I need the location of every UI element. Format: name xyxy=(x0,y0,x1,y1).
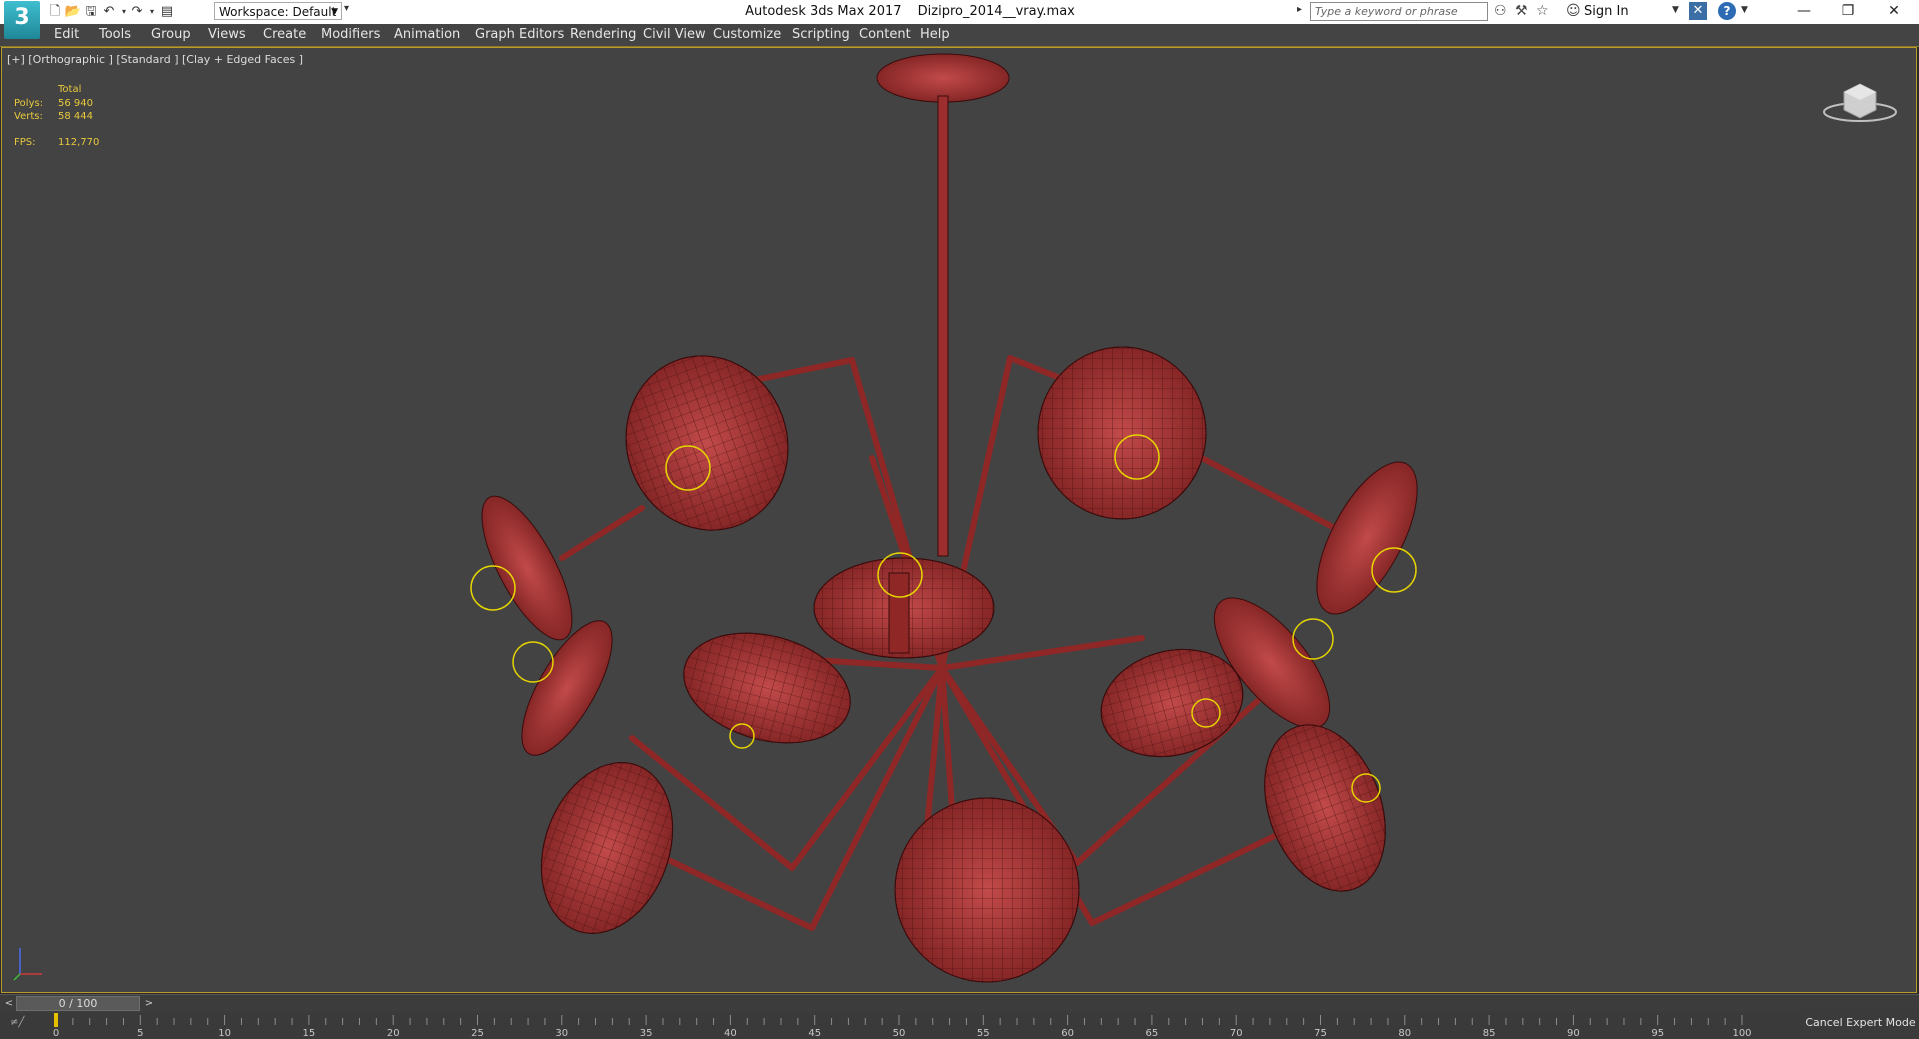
next-frame-button[interactable]: > xyxy=(142,996,156,1011)
workspace-label: Workspace: Default xyxy=(219,5,337,19)
search-input[interactable] xyxy=(1310,2,1488,21)
app-logo[interactable]: 3 xyxy=(4,1,40,39)
cancel-expert-mode-button[interactable]: Cancel Expert Mode xyxy=(1802,1006,1919,1039)
polys-label: Polys: xyxy=(14,98,44,109)
menu-views[interactable]: Views xyxy=(208,27,246,42)
track-tick-label: 45 xyxy=(808,1028,821,1039)
title-bar: 3 🗋 📂 🖫 ↶ ▾ ↷ ▾ ▤ Workspace: Default ▼ ▾… xyxy=(0,0,1919,39)
menu-bar: Edit Tools Group Views Create Modifiers … xyxy=(0,24,1919,47)
prev-frame-button[interactable]: < xyxy=(2,996,16,1011)
track-tick-label: 75 xyxy=(1314,1028,1327,1039)
fps-label: FPS: xyxy=(14,137,36,148)
stats-header: Total xyxy=(58,84,82,95)
viewport-label[interactable]: [+] [Orthographic ] [Standard ] [Clay + … xyxy=(7,53,303,66)
menu-content[interactable]: Content xyxy=(859,27,911,42)
window-title: Autodesk 3ds Max 2017 Dizipro_2014__vray… xyxy=(600,4,1220,19)
track-tick-label: 0 xyxy=(53,1028,59,1039)
file-name: Dizipro_2014__vray.max xyxy=(917,4,1075,19)
track-tick-label: 55 xyxy=(977,1028,990,1039)
track-tick-label: 85 xyxy=(1483,1028,1496,1039)
chevron-down-icon[interactable]: ▼ xyxy=(1741,5,1748,15)
chevron-down-icon: ▼ xyxy=(331,7,338,17)
sign-in-button[interactable]: Sign In xyxy=(1584,4,1629,19)
track-tick-label: 15 xyxy=(303,1028,316,1039)
time-slider[interactable]: < 0 / 100 > xyxy=(0,994,1919,1013)
viewcube-icon[interactable] xyxy=(1820,70,1900,130)
exchange-icon[interactable]: ✕ xyxy=(1689,2,1707,20)
menu-edit[interactable]: Edit xyxy=(54,27,79,42)
open-file-icon[interactable]: 📂 xyxy=(64,3,82,21)
restore-button[interactable]: ❐ xyxy=(1826,0,1870,24)
chandelier-model[interactable] xyxy=(2,48,1916,992)
track-tick-label: 50 xyxy=(893,1028,906,1039)
menu-help[interactable]: Help xyxy=(920,27,950,42)
minimize-button[interactable]: — xyxy=(1782,0,1826,24)
menu-group[interactable]: Group xyxy=(151,27,191,42)
track-tick-label: 40 xyxy=(724,1028,737,1039)
menu-scripting[interactable]: Scripting xyxy=(792,27,850,42)
menu-customize[interactable]: Customize xyxy=(713,27,781,42)
track-bar[interactable]: ≠╱ 0 5 10 15 20 25 30 35 40 45 50 55 60 65 70 75 80 85 90 9… xyxy=(0,1013,1919,1039)
star-icon[interactable]: ☆ xyxy=(1536,3,1549,19)
time-slider-thumb[interactable]: 0 / 100 xyxy=(16,996,140,1011)
chevron-down-icon[interactable]: ▼ xyxy=(1672,5,1679,15)
track-tick-label: 10 xyxy=(218,1028,231,1039)
lamp-shades xyxy=(481,346,1418,983)
menu-create[interactable]: Create xyxy=(263,27,306,42)
track-tick-label: 5 xyxy=(137,1028,143,1039)
menu-civil-view[interactable]: Civil View xyxy=(643,27,706,42)
fps-value: 112,770 xyxy=(58,137,100,148)
polys-value: 56 940 xyxy=(58,98,93,109)
new-file-icon[interactable]: 🗋 xyxy=(46,3,64,21)
binoculars-icon[interactable]: ⚇ xyxy=(1494,3,1507,19)
track-tick-label: 90 xyxy=(1567,1028,1580,1039)
save-icon[interactable]: 🖫 xyxy=(82,3,100,21)
menu-rendering[interactable]: Rendering xyxy=(570,27,636,42)
track-tick-label: 65 xyxy=(1146,1028,1159,1039)
quick-access-menu-icon[interactable]: ▾ xyxy=(344,3,349,14)
track-tick-label: 70 xyxy=(1230,1028,1243,1039)
menu-tools[interactable]: Tools xyxy=(99,27,131,42)
communication-center-icon[interactable]: ⚒ xyxy=(1515,3,1528,19)
workspace-select[interactable]: Workspace: Default ▼ xyxy=(214,2,342,20)
track-tick-label: 60 xyxy=(1061,1028,1074,1039)
search-expand-icon[interactable]: ▸ xyxy=(1297,4,1302,15)
track-tick-label: 100 xyxy=(1732,1028,1751,1039)
menu-graph-editors[interactable]: Graph Editors xyxy=(475,27,564,42)
verts-label: Verts: xyxy=(14,111,43,122)
axis-tripod-icon xyxy=(13,948,42,981)
canopy xyxy=(876,53,1010,557)
track-tick-label: 25 xyxy=(471,1028,484,1039)
track-tick-label: 30 xyxy=(555,1028,568,1039)
app-name: Autodesk 3ds Max 2017 xyxy=(745,4,902,19)
menu-animation[interactable]: Animation xyxy=(394,27,460,42)
project-folder-icon[interactable]: ▤ xyxy=(158,3,176,21)
track-tick-label: 20 xyxy=(387,1028,400,1039)
track-tick-label: 80 xyxy=(1398,1028,1411,1039)
close-button[interactable]: ✕ xyxy=(1872,0,1916,24)
track-tick-label: 95 xyxy=(1651,1028,1664,1039)
track-ruler[interactable]: 0 5 10 15 20 25 30 35 40 45 50 55 60 65 70 75 80 85 90 95 10… xyxy=(0,1013,1800,1039)
track-tick-label: 35 xyxy=(640,1028,653,1039)
current-frame-marker[interactable] xyxy=(54,1013,58,1027)
verts-value: 58 444 xyxy=(58,111,93,122)
perspective-viewport[interactable]: [+] [Orthographic ] [Standard ] [Clay + … xyxy=(1,47,1917,993)
menu-modifiers[interactable]: Modifiers xyxy=(321,27,380,42)
help-icon[interactable]: ? xyxy=(1718,2,1736,20)
user-icon: ☺ xyxy=(1566,3,1581,19)
